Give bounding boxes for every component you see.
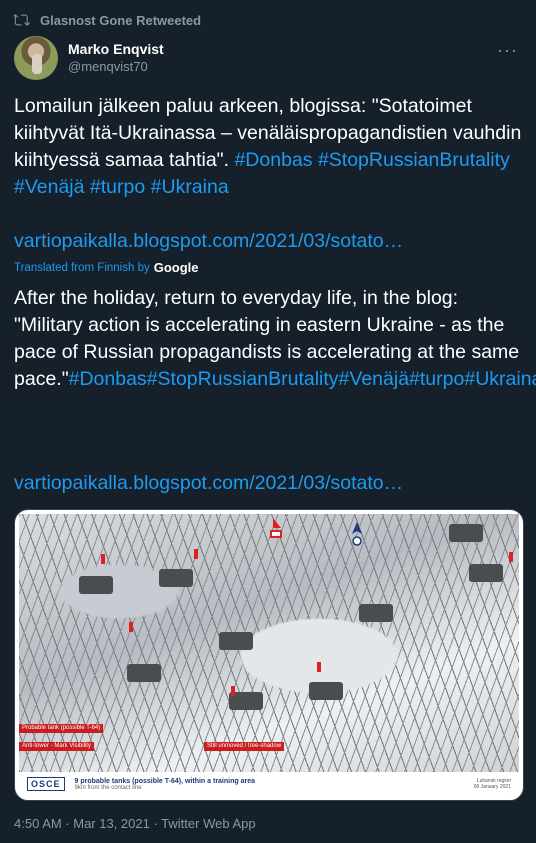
- tank-shape: [469, 564, 503, 582]
- marker-icon: [509, 552, 513, 562]
- google-logo: Google: [153, 260, 199, 275]
- tweet-original-text: Lomailun jälkeen paluu arkeen, blogissa:…: [14, 93, 524, 201]
- north-arrow-icon: [352, 522, 362, 546]
- hashtag-link[interactable]: #turpo: [409, 368, 464, 390]
- tweet-timestamp[interactable]: 4:50 AM · Mar 13, 2021 · Twitter Web App: [14, 816, 256, 831]
- tank-shape: [449, 524, 483, 542]
- hashtag-link[interactable]: #Ukraina: [464, 368, 536, 390]
- retweet-icon: [14, 14, 30, 26]
- blog-link[interactable]: vartiopaikalla.blogspot.com/2021/03/sota…: [14, 230, 403, 253]
- translated-from-label[interactable]: Translated from Finnish by: [14, 262, 150, 274]
- author-display-name[interactable]: Marko Enqvist: [68, 40, 164, 58]
- marker-icon: [129, 622, 133, 632]
- author-handle[interactable]: @menqvist70: [68, 58, 164, 76]
- image-annotation-label: Probable tank (possible T-64): [19, 724, 104, 733]
- hashtag-link[interactable]: #StopRussianBrutality: [318, 149, 510, 171]
- osce-logo: OSCE: [27, 777, 65, 791]
- image-annotation-label: Still unmoved / tree-shadow: [204, 742, 285, 751]
- marker-icon: [231, 686, 235, 696]
- tank-shape: [127, 664, 161, 682]
- retweet-label[interactable]: Glasnost Gone Retweeted: [40, 13, 201, 28]
- tweet-author[interactable]: Marko Enqvist @menqvist70: [14, 36, 164, 80]
- hashtag-link[interactable]: #Donbas: [69, 368, 147, 390]
- tweet-media-image[interactable]: Probable tank (possible T-64) Anti-tower…: [14, 509, 524, 801]
- tank-shape: [309, 682, 343, 700]
- tank-shape: [159, 569, 193, 587]
- tank-shape: [359, 604, 393, 622]
- image-annotation-label: Anti-tower - Mark Visibility: [19, 742, 94, 751]
- hashtag-link[interactable]: #turpo: [90, 176, 145, 198]
- satellite-photo: Probable tank (possible T-64) Anti-tower…: [19, 514, 519, 772]
- caption-title: 9 probable tanks (possible T-64), within…: [74, 777, 256, 785]
- caption-subtitle: 9km from the contact line: [74, 784, 142, 791]
- map-pin-icon: [270, 518, 282, 538]
- avatar[interactable]: [14, 36, 58, 80]
- retweet-indicator: Glasnost Gone Retweeted: [14, 12, 201, 28]
- caption-meta: Luhansk region 06 January 2021: [474, 778, 511, 790]
- image-caption-bar: OSCE 9 probable tanks (possible T-64), w…: [19, 772, 519, 796]
- tank-shape: [219, 632, 253, 650]
- translation-attribution[interactable]: Translated from Finnish by Google: [14, 260, 199, 275]
- tweet-translated-text: After the holiday, return to everyday li…: [14, 285, 536, 393]
- hashtag-link[interactable]: #Venäjä: [339, 368, 410, 390]
- caption-date: 06 January 2021: [473, 784, 511, 790]
- marker-icon: [101, 554, 105, 564]
- more-options-icon[interactable]: ···: [497, 40, 518, 61]
- hashtag-link[interactable]: #Donbas: [234, 149, 312, 171]
- marker-icon: [317, 662, 321, 672]
- tank-shape: [79, 576, 113, 594]
- hashtag-link[interactable]: #Ukraina: [151, 176, 229, 198]
- blog-link[interactable]: vartiopaikalla.blogspot.com/2021/03/sota…: [14, 472, 403, 495]
- hashtag-link[interactable]: #StopRussianBrutality: [147, 368, 339, 390]
- hashtag-link[interactable]: #Venäjä: [14, 176, 85, 198]
- marker-icon: [194, 549, 198, 559]
